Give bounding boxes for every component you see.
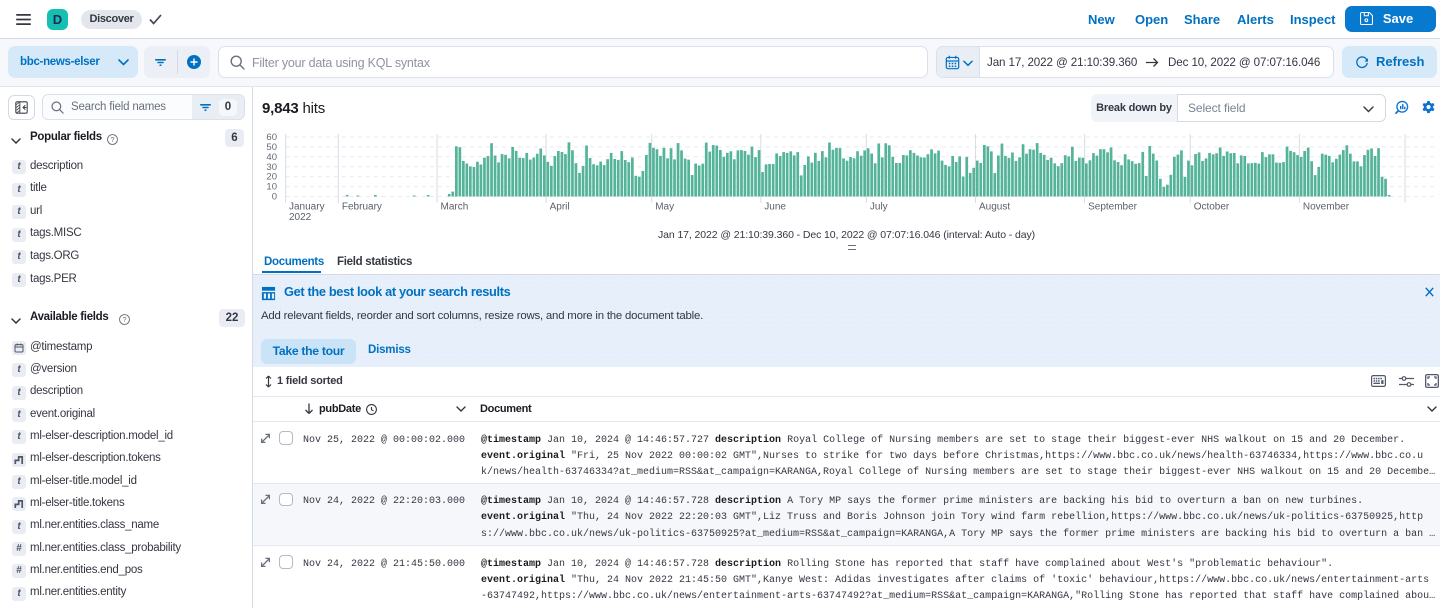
svg-text:November: November — [1303, 202, 1350, 213]
svg-text:May: May — [655, 202, 674, 213]
svg-text:2022: 2022 — [289, 212, 312, 223]
svg-text:0: 0 — [272, 192, 277, 203]
svg-text:September: September — [1088, 202, 1138, 213]
svg-text:July: July — [870, 202, 888, 213]
svg-text:August: August — [979, 202, 1010, 213]
svg-text:January: January — [289, 202, 325, 213]
svg-text:April: April — [550, 202, 570, 213]
svg-text:?: ? — [110, 135, 114, 144]
svg-text:February: February — [342, 202, 382, 213]
svg-text:March: March — [441, 202, 469, 213]
svg-text:June: June — [764, 202, 786, 213]
svg-text:October: October — [1194, 202, 1230, 213]
svg-text:?: ? — [122, 315, 126, 324]
